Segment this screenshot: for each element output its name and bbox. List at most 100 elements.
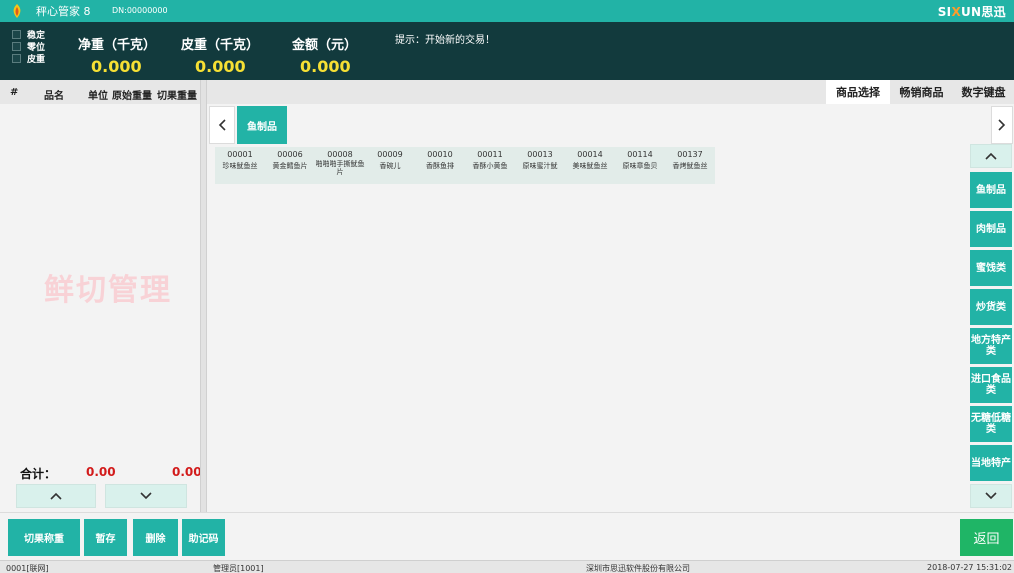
column-cut-weight: 切果重量 [157,91,197,102]
company-name: 深圳市思迅软件股份有限公司 [586,564,690,573]
category-next-button[interactable] [991,106,1013,144]
scale-panel: 稳定 零位 皮重 净重（千克） 0.000 皮重（千克） 0.000 金额（元）… [0,22,1014,80]
scale-status-list: 稳定 零位 皮重 [12,28,45,65]
total-cut-weight: 0.00 [172,465,202,479]
product-name: 原味蜜汁鱿 [522,162,558,170]
product-code: 00013 [527,150,553,159]
product-code: 00006 [277,150,303,159]
chevron-down-icon [985,492,997,500]
datetime: 2018-07-27 15:31:02 [927,563,1012,572]
total-label: 合计： [20,467,57,481]
hold-button[interactable]: 暂存 [84,519,127,556]
category-sugar-free[interactable]: 无糖低糖类 [970,406,1012,442]
product-name: 香酥鱼排 [426,162,454,170]
product-name: 珍味鱿鱼丝 [222,162,258,170]
product-item[interactable]: 00009 香碗儿 [365,147,415,184]
product-item[interactable]: 00114 原味章鱼贝 [615,147,665,184]
chevron-up-icon [50,492,62,500]
product-name: 啪啪啪手撕鱿鱼片 [315,160,365,176]
net-weight-label: 净重（千克） [78,38,157,53]
category-pill-selected[interactable]: 鱼制品 [237,106,287,144]
chevron-up-icon [985,152,997,160]
current-user: 管理员[1001] [213,564,264,573]
panel-splitter[interactable] [200,80,207,512]
category-roasted-snacks[interactable]: 炒货类 [970,289,1012,325]
tare-weight-value: 0.000 [195,57,246,76]
chevron-right-icon [998,119,1006,131]
category-prev-button[interactable] [209,106,235,144]
brand-logo: SIXUN思迅 [937,5,1006,19]
app-name: 秤心管家 8 [36,5,91,18]
title-bar: 秤心管家 8 DN:00000000 SIXUN思迅 [0,0,1014,22]
store-status: 0001[联网] [6,564,49,573]
hint-text: 提示：开始新的交易！ [395,35,495,46]
status-bar: 0001[联网] 管理员[1001] 深圳市思迅软件股份有限公司 2018-07… [0,560,1014,573]
product-code: 00014 [577,150,603,159]
mnemonic-code-button[interactable]: 助记码 [182,519,225,556]
chevron-left-icon [218,119,226,131]
product-panel: 鱼制品 00001 珍味鱿鱼丝 00006 黄金鳕鱼片 00008 啪啪啪手撕鱿鱼片 … [207,104,966,512]
total-original-weight: 0.00 [86,465,116,479]
list-scroll-down-button[interactable] [105,484,187,508]
product-name: 香酥小黄鱼 [472,162,508,170]
product-item[interactable]: 00008 啪啪啪手撕鱿鱼片 [315,147,365,184]
product-grid: 00001 珍味鱿鱼丝 00006 黄金鳕鱼片 00008 啪啪啪手撕鱿鱼片 0000… [215,147,715,184]
status-zero: 零位 [12,40,45,53]
column-name: 品名 [44,91,64,102]
column-unit: 单位 [88,91,108,102]
amount-value: 0.000 [300,57,351,76]
order-list[interactable]: 鲜切管理 合计： 0.00 0.00 [0,104,202,512]
product-item[interactable]: 00014 美味鱿鱼丝 [565,147,615,184]
tare-weight-label: 皮重（千克） [181,38,260,53]
column-original-weight: 原始重量 [112,91,152,102]
amount-label: 金额（元） [292,38,358,53]
net-weight-value: 0.000 [91,57,142,76]
status-indicator [12,53,21,63]
category-local-specialties[interactable]: 地方特产类 [970,328,1012,364]
category-column: 鱼制品 肉制品 蜜饯类 炒货类 地方特产类 进口食品类 无糖低糖类 当地特产 [966,104,1014,512]
tab-best-sellers[interactable]: 畅销商品 [890,80,953,104]
product-item[interactable]: 00011 香酥小黄鱼 [465,147,515,184]
product-name: 黄金鳕鱼片 [272,162,308,170]
action-bar: 切果称重 暂存 删除 助记码 返回 [0,512,1014,560]
category-scroll-down-button[interactable] [970,484,1012,508]
delete-button[interactable]: 删除 [133,519,178,556]
app-window: 秤心管家 8 DN:00000000 SIXUN思迅 稳定 零位 皮重 净重（千… [0,0,1014,573]
product-code: 00011 [477,150,503,159]
category-regional-specialties[interactable]: 当地特产 [970,445,1012,481]
product-code: 00010 [427,150,453,159]
category-candied-fruit[interactable]: 蜜饯类 [970,250,1012,286]
product-code: 00009 [377,150,403,159]
product-item[interactable]: 00010 香酥鱼排 [415,147,465,184]
column-index: # [10,87,19,98]
product-tab-bar: 商品选择 畅销商品 数字键盘 [207,80,1014,104]
category-meat-products[interactable]: 肉制品 [970,211,1012,247]
cut-weigh-button[interactable]: 切果称重 [8,519,80,556]
product-name: 香烤鱿鱼丝 [672,162,708,170]
product-name: 香碗儿 [379,162,401,170]
tab-product-select[interactable]: 商品选择 [826,80,890,104]
watermark: 鲜切管理 [44,273,172,308]
product-item[interactable]: 00013 原味蜜汁鱿 [515,147,565,184]
product-code: 00137 [677,150,703,159]
category-imported-food[interactable]: 进口食品类 [970,367,1012,403]
order-list-header: # 品名 单位 原始重量 切果重量 [0,80,200,104]
chevron-down-icon [140,492,152,500]
product-code: 00008 [327,150,353,159]
status-indicator [12,41,21,51]
product-name: 美味鱿鱼丝 [572,162,608,170]
product-name: 原味章鱼贝 [622,162,658,170]
tab-numeric-keypad[interactable]: 数字键盘 [953,80,1014,104]
status-tare: 皮重 [12,52,45,65]
status-stable: 稳定 [12,28,45,41]
back-button[interactable]: 返回 [960,519,1013,556]
list-scroll-up-button[interactable] [16,484,96,508]
status-indicator [12,29,21,39]
device-number: DN:00000000 [112,6,168,15]
product-item[interactable]: 00137 香烤鱿鱼丝 [665,147,715,184]
product-item[interactable]: 00006 黄金鳕鱼片 [265,147,315,184]
category-scroll-up-button[interactable] [970,144,1012,168]
product-code: 00001 [227,150,253,159]
category-fish-products[interactable]: 鱼制品 [970,172,1012,208]
product-item[interactable]: 00001 珍味鱿鱼丝 [215,147,265,184]
